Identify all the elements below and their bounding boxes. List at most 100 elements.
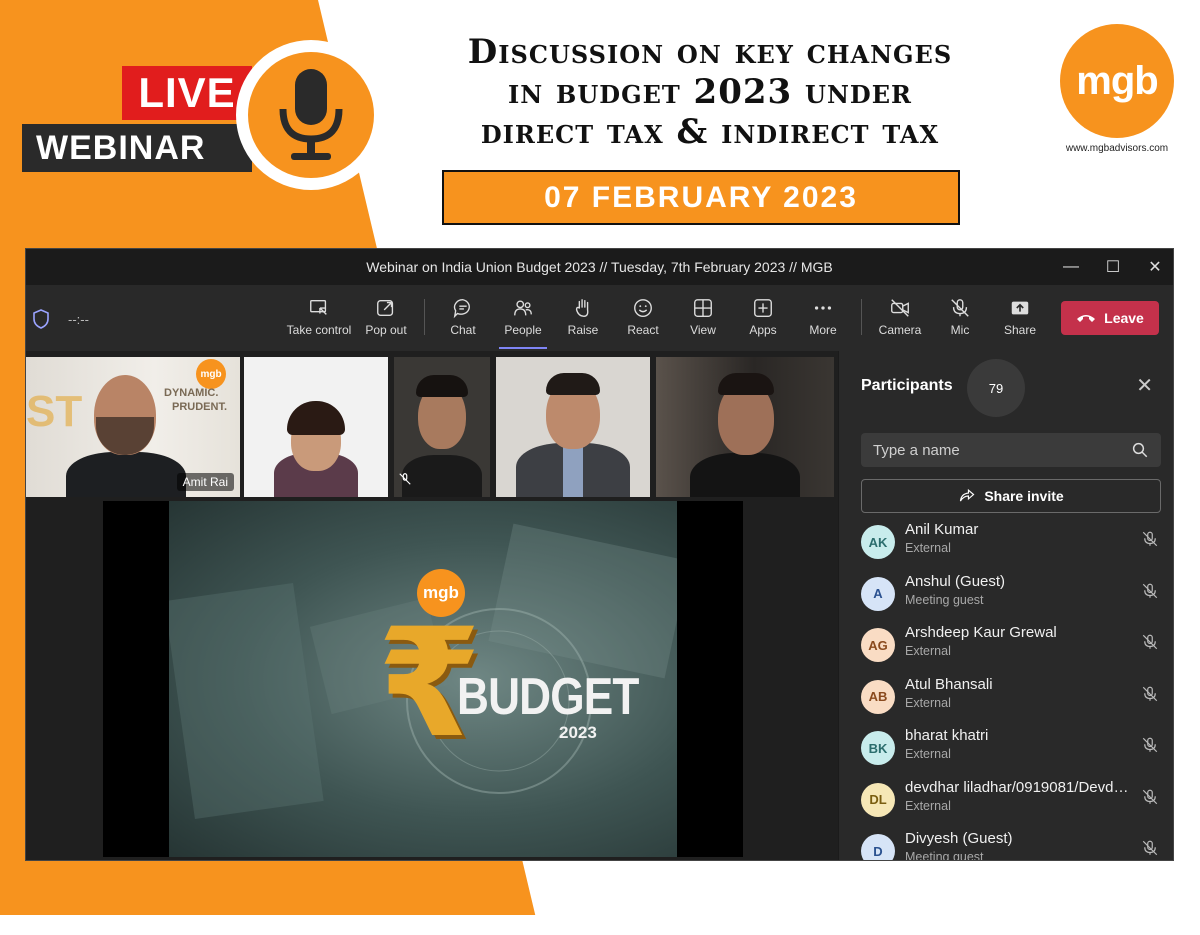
mic-muted-icon: [1141, 735, 1159, 760]
video-tile[interactable]: [656, 357, 834, 497]
tile-banner-line: DYNAMIC.: [164, 387, 219, 399]
participant-list: AK Anil Kumar External A Anshul (Guest) …: [861, 517, 1171, 861]
slide-budget-text: BUDGET: [457, 668, 639, 726]
video-strip: mgb DYNAMIC. PRUDENT. ST Amit Rai: [26, 357, 838, 497]
people-button[interactable]: People: [493, 293, 553, 349]
participant-row[interactable]: D Divyesh (Guest) Meeting guest: [861, 826, 1171, 861]
microphone-icon: [236, 40, 386, 190]
tool-label: View: [690, 323, 716, 337]
muted-mic-icon: [398, 472, 412, 491]
mic-button[interactable]: Mic: [930, 293, 990, 345]
mic-muted-icon: [1141, 838, 1159, 860]
maximize-icon[interactable]: ☐: [1103, 257, 1123, 277]
participant-name: bharat khatri: [905, 727, 989, 744]
chat-button[interactable]: Chat: [433, 293, 493, 345]
toolbar-divider: [424, 299, 425, 335]
participant-role: External: [905, 798, 951, 813]
share-invite-label: Share invite: [984, 488, 1064, 504]
headline-line: in budget 2023 under: [508, 72, 912, 112]
leave-button[interactable]: Leave: [1061, 301, 1159, 335]
tool-label: Apps: [749, 323, 777, 337]
avatar: AB: [861, 679, 895, 714]
more-icon: [814, 306, 832, 310]
participant-row[interactable]: AG Arshdeep Kaur Grewal External: [861, 620, 1171, 672]
tile-logo: mgb: [196, 359, 226, 389]
tool-label: Mic: [950, 323, 970, 337]
participant-name: Arshdeep Kaur Grewal: [905, 624, 1057, 641]
avatar: BK: [861, 731, 895, 765]
participant-row[interactable]: A Anshul (Guest) Meeting guest: [861, 569, 1171, 621]
budget-slide: mgb ₹ BUDGET 2023: [169, 501, 677, 857]
video-tile-speaker[interactable]: mgb DYNAMIC. PRUDENT. ST Amit Rai: [26, 357, 240, 497]
chat-icon: [453, 299, 470, 319]
toolbar-divider: [861, 299, 862, 335]
participant-role: External: [905, 541, 951, 555]
teams-meeting-window: Webinar on India Union Budget 2023 // Tu…: [25, 248, 1174, 861]
webinar-date: 07 FEBRUARY 2023: [442, 170, 960, 225]
share-invite-icon: [960, 488, 975, 502]
raise-hand-button[interactable]: Raise: [553, 293, 613, 345]
people-icon: [514, 300, 532, 316]
tool-label: People: [504, 323, 542, 337]
avatar: AG: [861, 628, 895, 662]
apps-button[interactable]: Apps: [733, 293, 793, 345]
hang-up-icon: [1077, 315, 1096, 322]
search-input[interactable]: [873, 441, 1131, 459]
mic-muted-icon: [1141, 529, 1159, 554]
avatar: DL: [861, 782, 895, 817]
minimize-icon[interactable]: —: [1061, 258, 1081, 276]
participant-row[interactable]: AB Atul Bhansali External: [861, 672, 1171, 724]
logo-url: www.mgbadvisors.com: [1065, 143, 1169, 154]
mic-muted-icon: [1141, 684, 1159, 709]
share-button[interactable]: Share: [990, 293, 1050, 345]
tool-label: Pop out: [365, 323, 407, 337]
video-tile[interactable]: [394, 357, 490, 497]
mic-muted-icon: [1141, 632, 1159, 657]
participant-name-tag: Amit Rai: [176, 473, 234, 491]
participant-search: [861, 433, 1161, 467]
search-icon[interactable]: [1131, 441, 1149, 459]
share-icon: [1011, 301, 1029, 315]
video-tile[interactable]: [496, 357, 650, 497]
mic-muted-icon: [1141, 787, 1159, 812]
participant-name: Anil Kumar: [905, 521, 979, 538]
avatar: A: [861, 576, 895, 611]
slide-year: 2023: [559, 723, 597, 742]
tool-label: Raise: [567, 323, 599, 337]
share-invite-button[interactable]: Share invite: [861, 479, 1161, 513]
mic-off-icon: [951, 299, 969, 317]
tool-label: Share: [1003, 323, 1037, 337]
avatar: D: [861, 834, 895, 860]
close-window-icon[interactable]: ✕: [1145, 257, 1165, 277]
participant-role: External: [905, 747, 951, 761]
participant-row[interactable]: DL devdhar liladhar/0919081/Devdhar Lila…: [861, 775, 1171, 827]
window-titlebar: Webinar on India Union Budget 2023 // Tu…: [26, 249, 1173, 285]
video-tile[interactable]: [244, 357, 388, 497]
participant-row[interactable]: BK bharat khatri External: [861, 723, 1171, 775]
tool-label: Take control: [286, 323, 352, 337]
camera-button[interactable]: Camera: [870, 293, 930, 345]
participant-role: Meeting guest: [905, 850, 984, 861]
participant-name: Anshul (Guest): [905, 572, 1006, 590]
participant-role: External: [905, 644, 951, 658]
tool-label: Camera: [878, 323, 922, 337]
participant-count-badge: 79: [967, 359, 1025, 417]
participant-row[interactable]: AK Anil Kumar External: [861, 517, 1171, 569]
panel-title: Participants: [861, 377, 953, 394]
view-icon: [694, 299, 712, 317]
take-control-button[interactable]: Take control: [282, 293, 356, 345]
window-title: Webinar on India Union Budget 2023 // Tu…: [366, 259, 833, 275]
participant-name: Divyesh (Guest): [905, 830, 1013, 847]
react-button[interactable]: React: [613, 293, 673, 345]
view-button[interactable]: View: [673, 293, 733, 345]
raise-hand-icon: [575, 299, 589, 317]
participant-role: External: [905, 695, 951, 710]
more-button[interactable]: More: [793, 293, 853, 345]
meeting-timer: --:--: [68, 312, 89, 327]
tool-label: Chat: [450, 323, 476, 337]
close-icon[interactable]: ✕: [1136, 373, 1153, 397]
tile-banner-line: PRUDENT.: [172, 401, 228, 413]
pop-out-button[interactable]: Pop out: [356, 293, 416, 345]
mic-muted-icon: [1141, 581, 1159, 606]
take-control-icon: [310, 299, 327, 315]
